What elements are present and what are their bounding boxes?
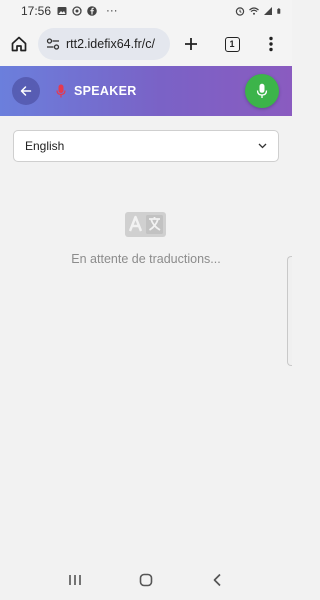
app-header: SPEAKER (0, 66, 292, 116)
facebook-icon (87, 6, 97, 16)
browser-toolbar: rtt2.idefix64.fr/c/ 1 (0, 22, 292, 66)
empty-state-message: En attente de traductions... (71, 252, 221, 266)
status-bar: 17:56 ··· (0, 0, 292, 22)
home-icon (11, 36, 27, 52)
arrow-left-icon (20, 86, 32, 96)
record-mic-button[interactable] (245, 74, 279, 108)
sync-icon (72, 6, 82, 16)
page-title: SPEAKER (74, 84, 137, 98)
browser-menu-button[interactable] (252, 22, 290, 66)
more-vert-icon (269, 36, 273, 52)
signal-icon (264, 7, 272, 15)
language-select-value: English (25, 139, 65, 153)
home-nav-button[interactable] (128, 562, 164, 598)
speaker-mic-indicator (54, 83, 68, 99)
address-bar[interactable]: rtt2.idefix64.fr/c/ (38, 28, 170, 60)
url-text[interactable]: rtt2.idefix64.fr/c/ (66, 37, 155, 51)
status-overflow: ··· (106, 5, 118, 17)
microphone-icon (256, 83, 268, 98)
back-nav-button[interactable] (199, 562, 235, 598)
alarm-icon (235, 7, 245, 16)
tabs-icon: 1 (224, 36, 240, 52)
browser-home-button[interactable] (0, 22, 38, 66)
language-select[interactable]: English (13, 130, 279, 162)
back-button[interactable] (12, 77, 40, 105)
home-circle-icon (139, 573, 153, 587)
new-tab-button[interactable] (170, 22, 212, 66)
chevron-down-icon (257, 141, 267, 151)
microphone-icon (56, 84, 66, 98)
edge-panel-handle[interactable] (287, 256, 292, 366)
tab-count: 1 (229, 39, 235, 49)
recents-icon (69, 575, 82, 585)
status-time: 17:56 (21, 4, 52, 18)
plus-icon (185, 38, 197, 50)
translate-icon (125, 212, 166, 237)
image-icon (57, 7, 67, 15)
wifi-icon (249, 7, 259, 15)
site-settings-icon[interactable] (46, 37, 60, 51)
tab-switcher-button[interactable]: 1 (212, 22, 252, 66)
status-left-icons: ··· (57, 5, 118, 17)
system-nav-bar (0, 560, 292, 600)
status-right-icons (235, 6, 283, 16)
back-chevron-icon (213, 573, 221, 587)
battery-icon (277, 8, 281, 14)
recents-button[interactable] (57, 562, 93, 598)
